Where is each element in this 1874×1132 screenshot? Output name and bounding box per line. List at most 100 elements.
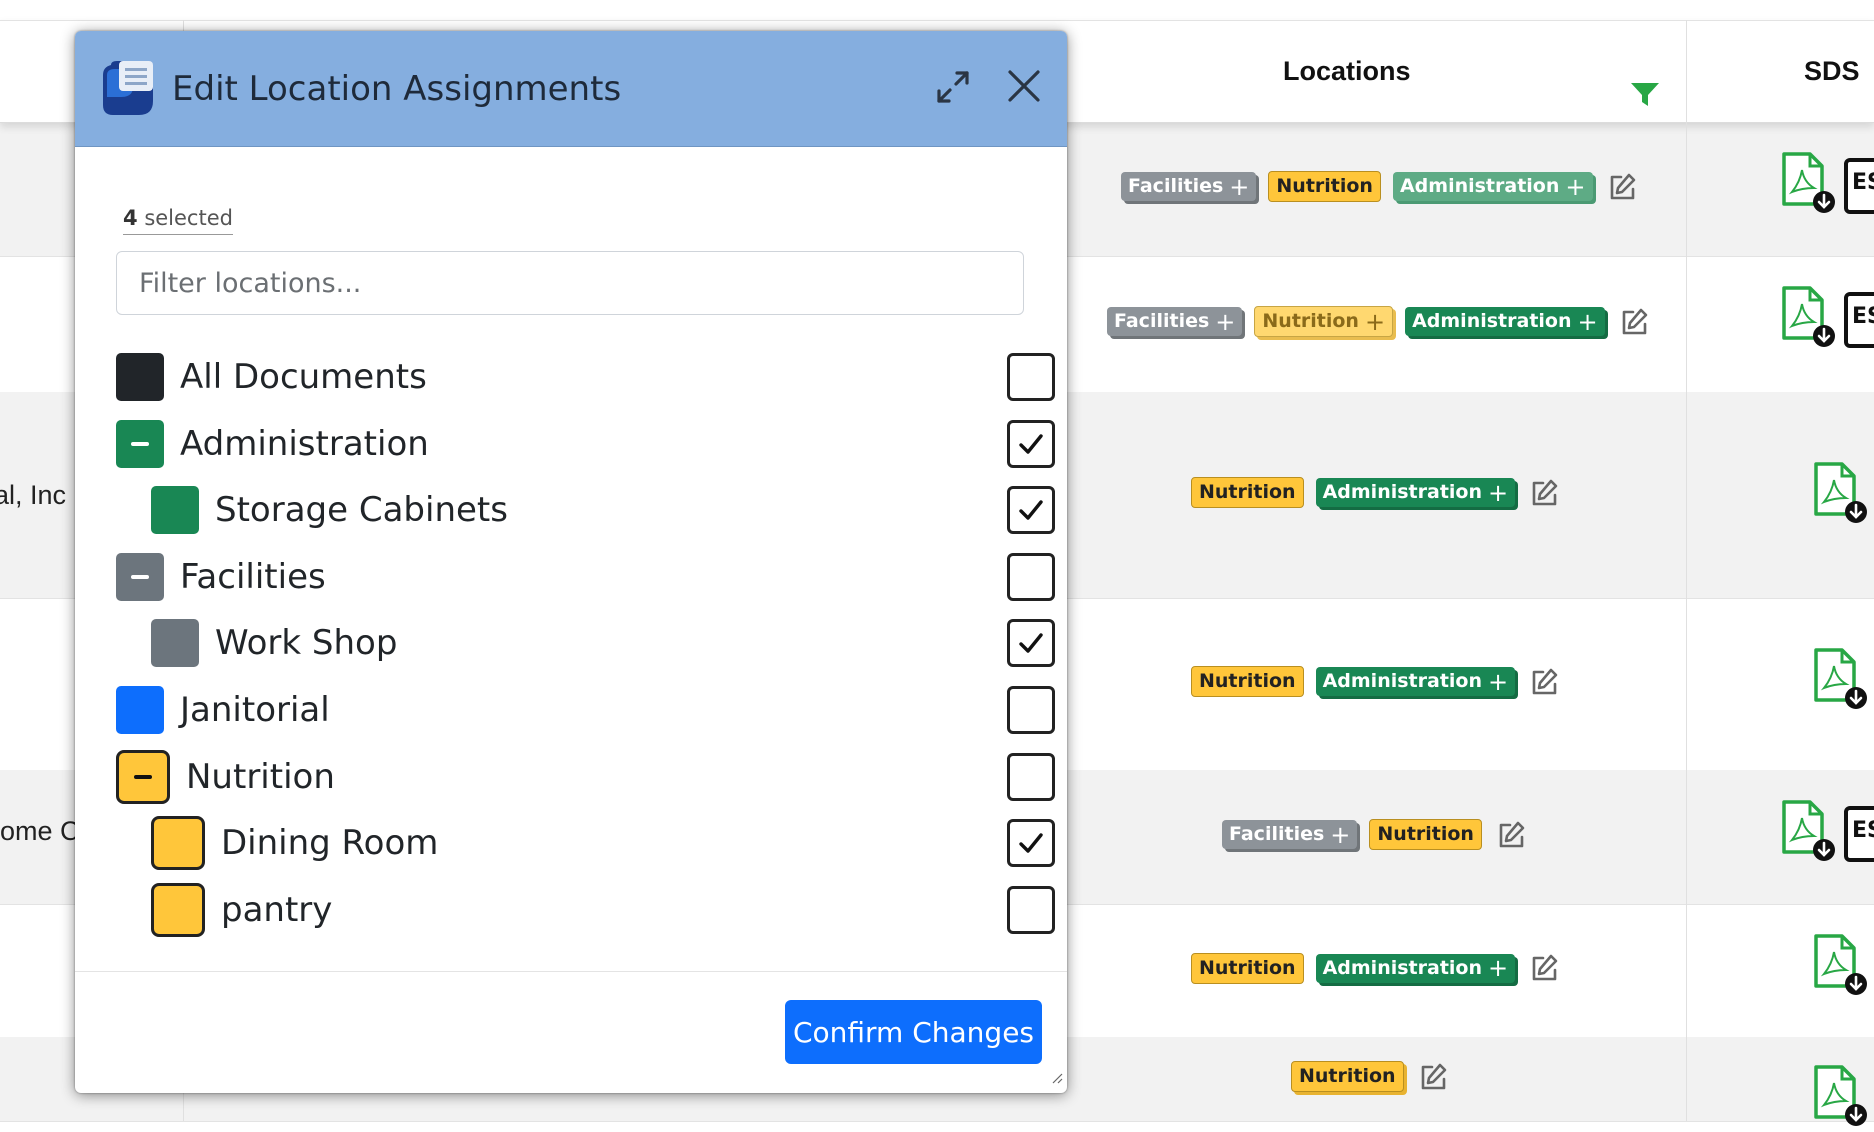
location-tag[interactable]: Administration + xyxy=(1315,953,1516,983)
location-tag-label: Administration xyxy=(1412,310,1572,332)
selected-count: 4 selected xyxy=(123,206,233,235)
location-tag-label: Facilities xyxy=(1128,175,1224,197)
location-tag-label: Administration xyxy=(1322,670,1482,692)
location-tag-label: Nutrition xyxy=(1199,670,1296,692)
locations-column-header[interactable]: Locations xyxy=(1283,21,1411,122)
location-checkbox[interactable] xyxy=(1007,753,1055,801)
pdf-download-icon[interactable] xyxy=(1780,800,1836,867)
resize-handle-icon[interactable] xyxy=(1051,1071,1063,1089)
plus-icon: + xyxy=(1364,307,1386,336)
pencil-square-icon[interactable] xyxy=(1529,667,1559,697)
pdf-download-icon[interactable] xyxy=(1780,286,1836,353)
funnel-icon[interactable] xyxy=(1630,82,1660,113)
location-item[interactable]: Work Shop xyxy=(151,615,397,671)
location-color-swatch[interactable] xyxy=(116,750,170,804)
location-color-swatch xyxy=(151,486,199,534)
location-label: Work Shop xyxy=(215,623,398,663)
pdf-download-icon[interactable] xyxy=(1812,648,1868,715)
location-color-swatch[interactable] xyxy=(116,553,164,601)
es-document-icon[interactable]: ES xyxy=(1844,805,1874,862)
location-tag[interactable]: Nutrition + xyxy=(1254,306,1394,337)
pdf-download-icon[interactable] xyxy=(1812,934,1868,1001)
location-tag[interactable]: Administration + xyxy=(1405,307,1605,336)
location-checkbox[interactable] xyxy=(1007,353,1055,401)
location-item[interactable]: Facilities xyxy=(116,549,326,605)
location-tag[interactable]: Administration + xyxy=(1315,478,1516,507)
location-tag[interactable]: Facilities + xyxy=(1107,307,1243,336)
location-checkbox[interactable] xyxy=(1007,619,1055,667)
location-label: Janitorial xyxy=(180,690,330,730)
confirm-changes-button[interactable]: Confirm Changes xyxy=(785,1000,1042,1064)
location-tags: Nutrition Administration + xyxy=(1191,477,1559,508)
sds-cell: ES xyxy=(1780,152,1874,219)
pdf-download-icon[interactable] xyxy=(1780,152,1836,219)
location-tag[interactable]: Facilities + xyxy=(1222,820,1358,849)
edit-location-modal: Edit Location Assignments 4 selected All… xyxy=(75,31,1067,1093)
sds-cell: ES xyxy=(1780,800,1874,867)
pencil-square-icon[interactable] xyxy=(1529,953,1559,983)
es-document-icon[interactable]: ES xyxy=(1844,157,1874,214)
location-tag[interactable]: Nutrition xyxy=(1191,477,1304,508)
plus-icon: + xyxy=(1488,954,1509,982)
location-checkbox[interactable] xyxy=(1007,486,1055,534)
location-tag-label: Nutrition xyxy=(1299,1065,1396,1087)
filter-locations-input[interactable] xyxy=(116,251,1024,315)
location-tag-label: Administration xyxy=(1322,481,1482,503)
location-item[interactable]: Administration xyxy=(116,416,429,472)
expand-icon[interactable] xyxy=(935,69,971,110)
plus-icon: + xyxy=(1229,172,1250,201)
location-tag[interactable]: Facilities + xyxy=(1121,172,1257,201)
company-name: al, Inc xyxy=(0,480,67,510)
pencil-square-icon[interactable] xyxy=(1418,1062,1448,1092)
location-item[interactable]: Dining Room xyxy=(151,815,438,871)
checkmark-icon xyxy=(1019,833,1043,853)
location-tag[interactable]: Administration + xyxy=(1392,172,1593,201)
location-label: All Documents xyxy=(180,357,427,397)
location-checkbox[interactable] xyxy=(1007,886,1055,934)
location-tag[interactable]: Nutrition xyxy=(1191,952,1304,984)
location-tag[interactable]: Administration + xyxy=(1315,667,1516,696)
location-color-swatch xyxy=(116,686,164,734)
location-tag[interactable]: Nutrition xyxy=(1291,1061,1404,1092)
location-label: Administration xyxy=(180,424,429,464)
location-tag-label: Nutrition xyxy=(1199,956,1296,979)
plus-icon: + xyxy=(1330,820,1351,849)
checkmark-icon xyxy=(1019,500,1043,520)
pencil-square-icon[interactable] xyxy=(1607,172,1637,202)
location-tag-label: Administration xyxy=(1399,175,1560,197)
location-item[interactable]: Nutrition xyxy=(116,749,335,805)
location-tag[interactable]: Nutrition xyxy=(1191,666,1304,697)
location-checkbox[interactable] xyxy=(1007,420,1055,468)
pencil-square-icon[interactable] xyxy=(1496,820,1526,850)
company-name: lome C xyxy=(0,816,80,846)
location-item[interactable]: Storage Cabinets xyxy=(151,482,508,538)
collapse-dash-icon xyxy=(131,575,149,579)
pencil-square-icon[interactable] xyxy=(1529,478,1559,508)
close-icon[interactable] xyxy=(1007,69,1041,108)
location-item[interactable]: All Documents xyxy=(116,349,427,405)
pdf-download-icon[interactable] xyxy=(1812,1065,1868,1132)
pencil-square-icon[interactable] xyxy=(1619,307,1649,337)
collapse-dash-icon xyxy=(131,442,149,446)
location-checkbox[interactable] xyxy=(1007,553,1055,601)
location-color-swatch xyxy=(116,353,164,401)
location-tag[interactable]: Nutrition xyxy=(1268,171,1381,202)
sds-column-header[interactable]: SDS xyxy=(1804,21,1860,122)
location-tag[interactable]: Nutrition xyxy=(1369,819,1482,850)
column-divider xyxy=(1686,20,1687,1121)
pdf-download-icon[interactable] xyxy=(1812,462,1868,529)
location-color-swatch[interactable] xyxy=(116,420,164,468)
location-label: Facilities xyxy=(180,557,326,597)
sds-cell: ES xyxy=(1780,286,1874,353)
location-tag-label: Nutrition xyxy=(1199,481,1296,503)
location-tag-label: Nutrition xyxy=(1377,823,1474,845)
location-checkbox[interactable] xyxy=(1007,819,1055,867)
location-tag-label: Administration xyxy=(1322,956,1482,979)
selected-count-number: 4 xyxy=(123,206,138,230)
location-item[interactable]: Janitorial xyxy=(116,682,330,738)
location-checkbox[interactable] xyxy=(1007,686,1055,734)
location-item[interactable]: pantry xyxy=(151,882,332,938)
plus-icon: + xyxy=(1488,478,1509,507)
checkmark-icon xyxy=(1019,434,1043,454)
es-document-icon[interactable]: ES xyxy=(1844,291,1874,348)
